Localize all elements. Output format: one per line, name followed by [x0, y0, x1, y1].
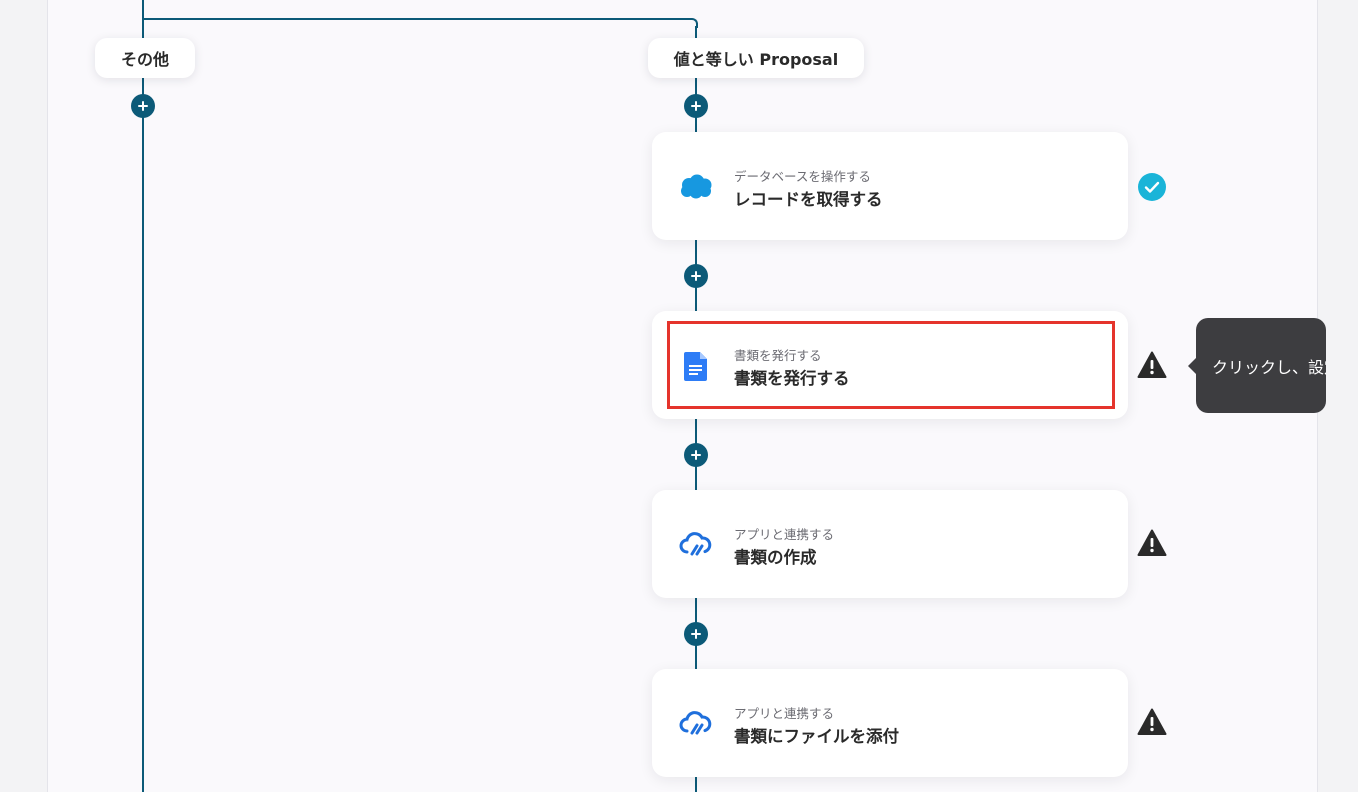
card-title: 書類の作成 — [734, 548, 817, 567]
flow-step-card-attach-file[interactable]: アプリと連携する 書類にファイルを添付 — [652, 669, 1128, 777]
add-step-button[interactable] — [684, 264, 708, 288]
card-subtitle: アプリと連携する — [734, 527, 835, 542]
add-step-button[interactable] — [684, 94, 708, 118]
flow-step-card-create-document[interactable]: アプリと連携する 書類の作成 — [652, 490, 1128, 598]
cloud-sync-icon — [679, 711, 712, 735]
connector-line-left — [142, 0, 144, 792]
plus-icon — [138, 101, 148, 111]
card-title: レコードを取得する — [734, 190, 883, 209]
card-subtitle: データベースを操作する — [734, 169, 871, 184]
card-subtitle: アプリと連携する — [734, 706, 835, 721]
cloud-sync-icon — [679, 532, 712, 556]
card-title: 書類を発行する — [734, 369, 850, 388]
plus-icon — [691, 629, 701, 639]
tooltip-text: クリックし、設定を完了してください — [1212, 357, 1326, 377]
flow-step-card-get-record[interactable]: データベースを操作する レコードを取得する — [652, 132, 1128, 240]
tooltip-arrow — [1188, 358, 1196, 374]
tooltip: クリックし、設定を完了してください — [1196, 318, 1326, 413]
connector-line-branch — [142, 18, 688, 20]
warning-icon — [1137, 708, 1167, 735]
add-step-button[interactable] — [684, 443, 708, 467]
flow-step-card-issue-document[interactable]: 書類を発行する 書類を発行する — [652, 311, 1128, 419]
warning-icon — [1137, 529, 1167, 556]
card-subtitle: 書類を発行する — [734, 348, 822, 363]
check-circle-icon — [1138, 173, 1166, 201]
google-docs-icon — [684, 352, 707, 381]
plus-icon — [691, 450, 701, 460]
add-step-button[interactable] — [131, 94, 155, 118]
card-title: 書類にファイルを添付 — [734, 727, 899, 746]
salesforce-cloud-icon — [681, 174, 712, 199]
branch-label-other[interactable]: その他 — [95, 38, 195, 78]
branch-label-proposal[interactable]: 値と等しい Proposal — [648, 38, 864, 78]
branch-label-proposal-text: 値と等しい Proposal — [673, 50, 839, 69]
plus-icon — [691, 271, 701, 281]
warning-icon — [1137, 351, 1167, 378]
branch-label-other-text: その他 — [120, 50, 169, 69]
plus-icon — [691, 101, 701, 111]
add-step-button[interactable] — [684, 622, 708, 646]
